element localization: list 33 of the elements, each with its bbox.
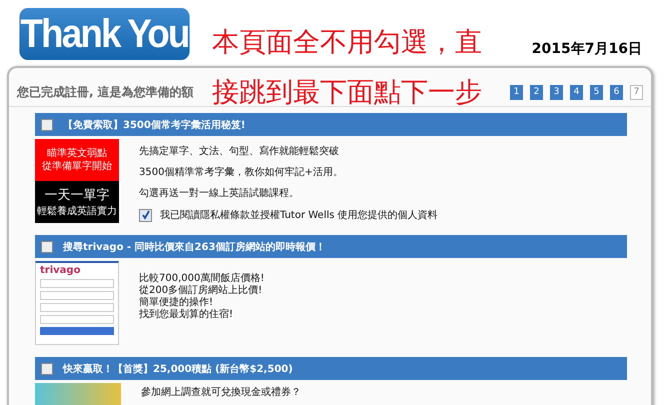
offer-text: 找到您最划算的住宿! — [139, 309, 234, 321]
consent-text: 我已閱讀隱私權條款並授權Tutor Wells 使用您提供的個人資料 — [160, 208, 438, 222]
step-indicator: 2 — [530, 85, 543, 100]
step-indicator: 4 — [570, 85, 583, 100]
banner-text: 一天一單字 — [44, 187, 110, 204]
consent-checkbox[interactable] — [139, 208, 152, 222]
offer-title: 快來贏取！【首獎】25,000積點 (新台幣$2,500) — [63, 362, 293, 376]
step-indicator: 3 — [550, 85, 563, 100]
date: 2015年7月16日 — [532, 40, 642, 58]
offer-title: 【免費索取】3500個常考字彙活用秘笈! — [63, 118, 246, 132]
offer-text: 3500個精準常考字彙，教你如何牢記+活用。 — [139, 166, 344, 180]
instruction-annotation: 本頁面全不用勾選，直 — [212, 26, 482, 60]
thank-you-logo: Thank You — [19, 8, 190, 60]
step-indicator: 5 — [590, 85, 603, 100]
checkbox[interactable] — [41, 118, 53, 130]
banner-text: 輕鬆養成英語實力 — [37, 204, 117, 218]
brand-logo: trivago — [40, 265, 82, 276]
step-indicator: 6 — [610, 85, 623, 100]
offer-text: 比較700,000萬間飯店價格! — [139, 273, 264, 284]
checkbox[interactable] — [41, 240, 53, 252]
checkbox[interactable] — [41, 362, 53, 374]
offer-text: 先搞定單字、文法、句型、寫作就能輕鬆突破 — [139, 144, 340, 159]
offer-title: 搜尋trivago - 同時比價來自263個訂房網站的即時報價！ — [63, 240, 326, 254]
offer-text: 簡單便捷的操作! — [139, 297, 214, 308]
page-heading: 您已完成註冊, 這是為您準備的額 — [17, 84, 194, 101]
offer-text: 勾選再送一對一線上英語試聽課程。 — [139, 186, 300, 201]
banner-text: 瞄準英文弱點 — [47, 147, 107, 160]
offer-text: 從200多個訂房網站上比價! — [139, 285, 264, 296]
banner-text: 從準備單字開始 — [42, 160, 112, 173]
instruction-annotation: 接跳到最下面點下一步 — [212, 76, 482, 110]
step-indicator: 7 — [630, 85, 643, 100]
step-indicator: 1 — [510, 85, 523, 100]
offer-text: 參加網上調查就可兌換現金或禮券？ — [141, 386, 301, 399]
